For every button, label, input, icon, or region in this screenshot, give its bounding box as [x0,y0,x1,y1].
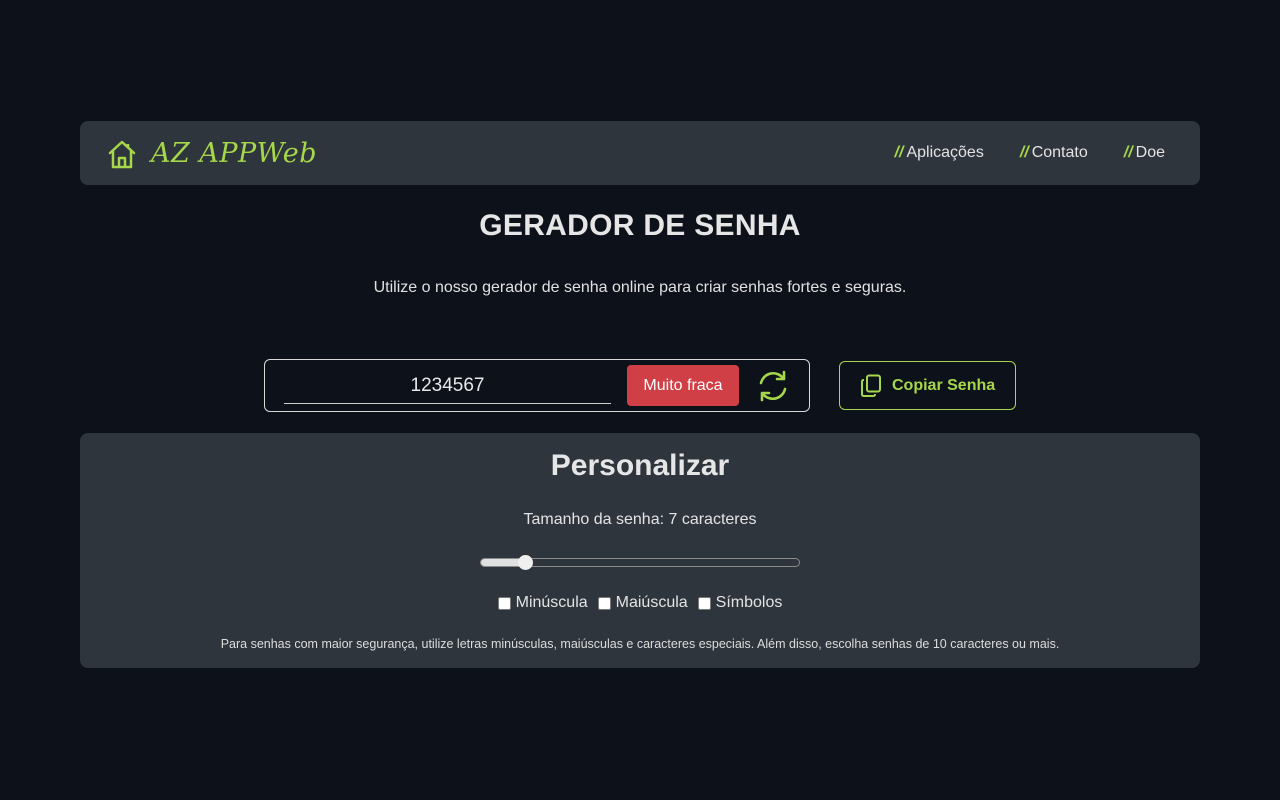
nav-slash: // [1019,144,1029,161]
home-icon [108,140,136,169]
nav-link-doe[interactable]: //Doe [1124,144,1165,162]
option-label: Símbolos [715,594,783,611]
slider-thumb[interactable] [518,555,533,570]
copy-button-label: Copiar Senha [892,376,996,394]
nav-slash: // [1123,144,1133,161]
nav-link-label: Aplicações [906,144,984,161]
lowercase-checkbox[interactable] [497,596,511,610]
navbar: AZ APPWeb //Aplicações //Contato //Doe [80,121,1200,185]
refresh-icon[interactable] [754,367,792,405]
password-box: Muito fraca [264,359,810,412]
option-label: Minúscula [515,594,588,611]
uppercase-checkbox[interactable] [597,596,611,610]
brand-logo[interactable]: AZ APPWeb [107,137,317,171]
nav-link-label: Doe [1135,144,1165,161]
brand-name: AZ APPWeb [151,138,317,169]
strength-badge: Muito fraca [627,365,739,406]
copy-icon [861,374,881,397]
page-subtitle: Utilize o nosso gerador de senha online … [373,279,907,296]
security-hint: Para senhas com maior segurança, utilize… [220,637,1060,651]
copy-password-button[interactable]: Copiar Senha [839,361,1016,410]
nav-link-aplicacoes[interactable]: //Aplicações [895,144,984,162]
password-output[interactable] [284,369,611,404]
nav-slash: // [894,144,904,161]
nav-link-label: Contato [1031,144,1088,161]
option-symbols[interactable]: Símbolos [697,594,783,612]
option-label: Maiúscula [615,594,688,611]
nav-link-contato[interactable]: //Contato [1020,144,1088,162]
nav-links: //Aplicações //Contato //Doe [859,121,1165,185]
options-row: Minúscula Maiúscula Símbolos [80,594,1200,612]
option-uppercase[interactable]: Maiúscula [597,594,688,612]
symbols-checkbox[interactable] [697,596,711,610]
password-length-slider[interactable] [480,555,800,570]
customize-panel: Personalizar Tamanho da senha: 7 caracte… [80,433,1200,668]
password-size-label: Tamanho da senha: 7 caracteres [523,511,757,528]
option-lowercase[interactable]: Minúscula [497,594,588,612]
page-title: GERADOR DE SENHA [479,209,801,242]
customize-title: Personalizar [550,449,730,482]
